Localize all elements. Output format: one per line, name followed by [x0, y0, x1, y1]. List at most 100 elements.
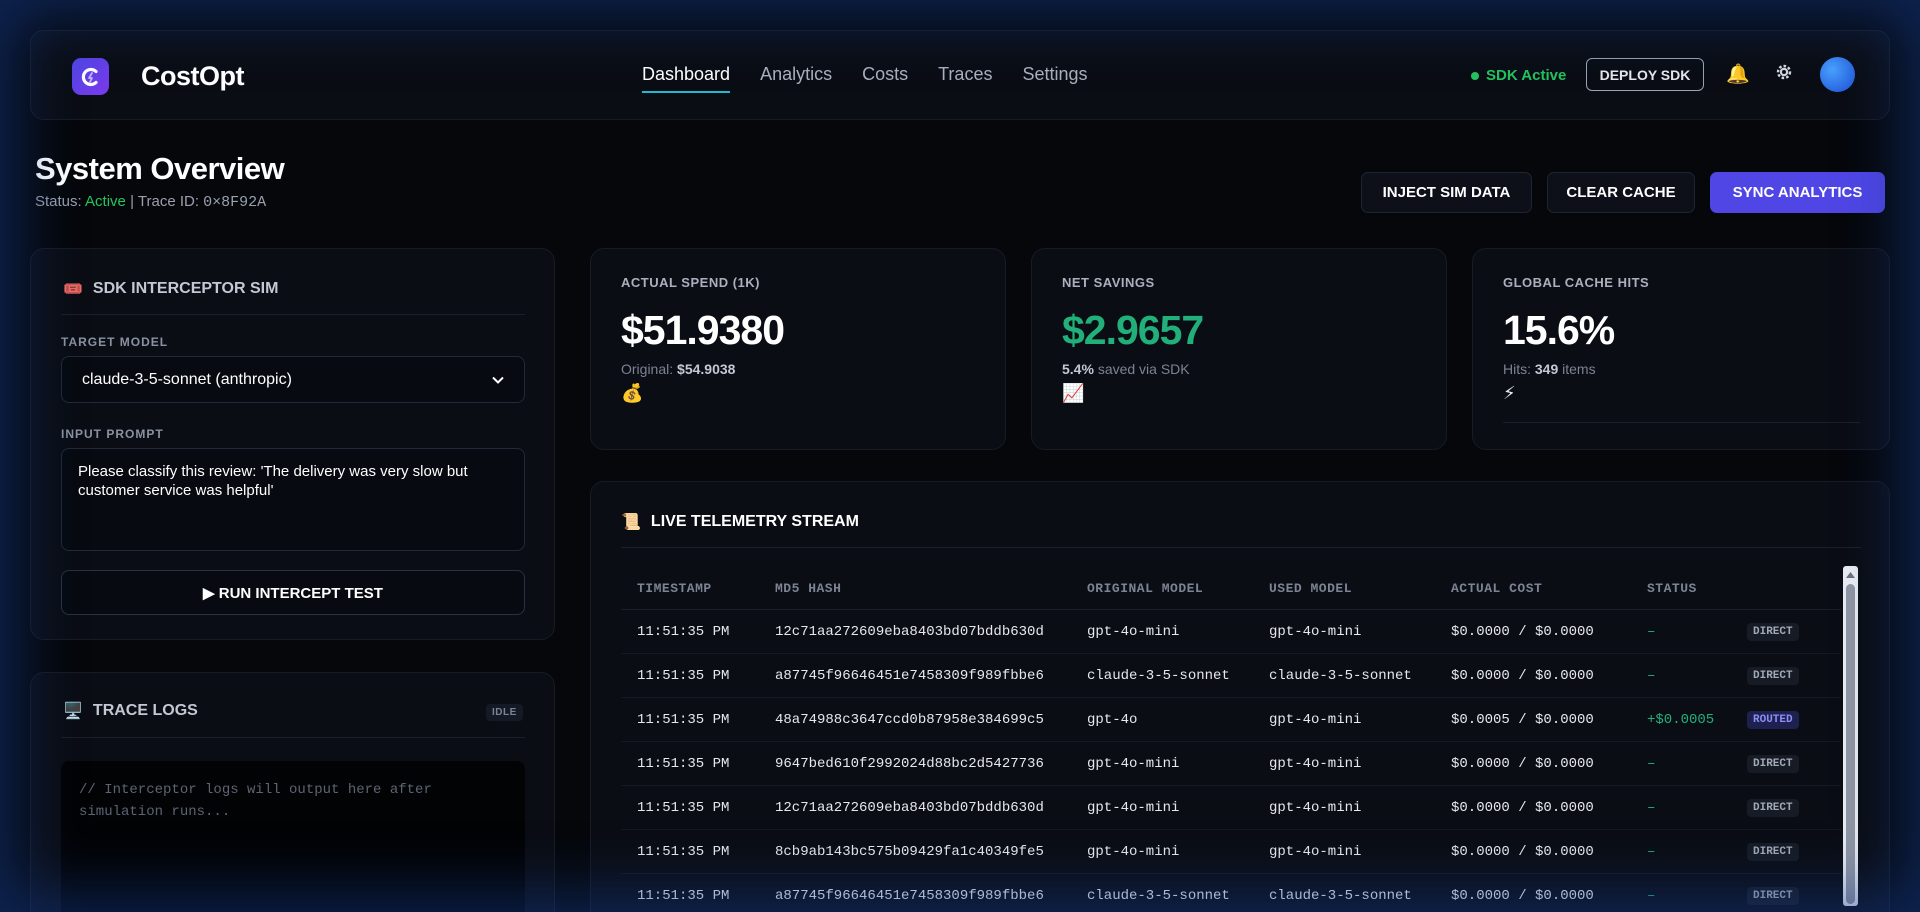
- cache-hits-card: GLOBAL CACHE HITS 15.6% Hits: 349 items …: [1472, 248, 1890, 450]
- clear-cache-button[interactable]: CLEAR CACHE: [1547, 172, 1695, 213]
- nav-analytics[interactable]: Analytics: [760, 64, 832, 93]
- original-spend: Original: $54.9038: [621, 361, 735, 377]
- cell-cost: $0.0000 / $0.0000: [1451, 844, 1594, 860]
- original-spend-value: $54.9038: [677, 361, 736, 377]
- inject-sim-data-button[interactable]: INJECT SIM DATA: [1361, 172, 1532, 213]
- col-used-model[interactable]: USED MODEL: [1269, 566, 1352, 610]
- status-badge: DIRECT: [1747, 799, 1799, 817]
- cell-hash: 8cb9ab143bc575b09429fa1c40349fe5: [775, 844, 1044, 860]
- net-savings-label: NET SAVINGS: [1062, 275, 1155, 290]
- target-model-select[interactable]: claude-3-5-sonnet (anthropic): [61, 356, 525, 403]
- cell-savings: –: [1647, 888, 1656, 904]
- cell-time: 11:51:35 PM: [637, 844, 730, 860]
- cell-savings: +$0.0005: [1647, 712, 1715, 728]
- cell-cost: $0.0005 / $0.0000: [1451, 712, 1594, 728]
- col-original-model[interactable]: ORIGINAL MODEL: [1087, 566, 1203, 610]
- table-row[interactable]: 11:51:35 PM 9647bed610f2992024d88bc2d5427…: [621, 742, 1841, 786]
- gear-icon[interactable]: [1774, 62, 1794, 88]
- lightning-icon: ⚡: [1503, 383, 1516, 403]
- savings-percent-value: 5.4%: [1062, 361, 1094, 377]
- target-model-value: claude-3-5-sonnet (anthropic): [82, 370, 292, 388]
- cell-original: claude-3-5-sonnet: [1087, 888, 1230, 904]
- status-badge: ROUTED: [1747, 711, 1799, 729]
- table-row[interactable]: 11:51:35 PM a87745f96646451e7458309f989fb…: [621, 874, 1841, 912]
- system-status-line: Status: Active | Trace ID: 0×8F92A: [35, 193, 266, 211]
- cell-used: gpt-4o-mini: [1269, 800, 1362, 816]
- cell-used: gpt-4o-mini: [1269, 844, 1362, 860]
- cell-used: claude-3-5-sonnet: [1269, 668, 1412, 684]
- cache-hits-prefix: Hits:: [1503, 361, 1531, 377]
- nav-settings[interactable]: Settings: [1022, 64, 1087, 93]
- col-timestamp[interactable]: TIMESTAMP: [637, 566, 712, 610]
- status-badge: DIRECT: [1747, 623, 1799, 641]
- cache-hits-count: Hits: 349 items: [1503, 361, 1596, 377]
- cell-status: DIRECT: [1747, 830, 1799, 874]
- nav-dashboard[interactable]: Dashboard: [642, 64, 731, 93]
- cell-used: gpt-4o-mini: [1269, 756, 1362, 772]
- table-row[interactable]: 11:51:35 PM 8cb9ab143bc575b09429fa1c40349…: [621, 830, 1841, 874]
- cell-hash: 48a74988c3647ccd0b87958e384699c5: [775, 712, 1044, 728]
- table-row[interactable]: 11:51:35 PM 48a74988c3647ccd0b87958e38469…: [621, 698, 1841, 742]
- cell-original: claude-3-5-sonnet: [1087, 668, 1230, 684]
- ticket-icon: 🎟️: [63, 281, 83, 298]
- cell-time: 11:51:35 PM: [637, 668, 730, 684]
- costopt-logo[interactable]: [72, 58, 109, 95]
- page-title: System Overview: [35, 151, 285, 186]
- divider: [1503, 422, 1860, 423]
- divider: [621, 547, 1861, 548]
- status-badge: DIRECT: [1747, 755, 1799, 773]
- col-status[interactable]: STATUS: [1647, 566, 1697, 610]
- cell-status: DIRECT: [1747, 786, 1799, 830]
- bell-icon[interactable]: 🔔: [1726, 62, 1750, 86]
- main-nav: Dashboard Analytics Costs Traces Setting…: [642, 64, 1088, 93]
- scrollbar-thumb[interactable]: [1846, 584, 1855, 904]
- telemetry-title: 📜 LIVE TELEMETRY STREAM: [621, 512, 859, 532]
- live-telemetry-panel: 📜 LIVE TELEMETRY STREAM TIMESTAMP MD5 HA…: [590, 481, 1890, 912]
- actual-spend-card: ACTUAL SPEND (1K) $51.9380 Original: $54…: [590, 248, 1006, 450]
- money-bag-icon: 💰: [621, 383, 644, 403]
- cell-used: gpt-4o-mini: [1269, 712, 1362, 728]
- status-badge: DIRECT: [1747, 887, 1799, 905]
- cell-original: gpt-4o-mini: [1087, 844, 1180, 860]
- trace-log-output[interactable]: // Interceptor logs will output here aft…: [61, 761, 525, 912]
- deploy-sdk-button[interactable]: DEPLOY SDK: [1586, 58, 1704, 91]
- status-dot-icon: [1471, 71, 1479, 80]
- cell-cost: $0.0000 / $0.0000: [1451, 668, 1594, 684]
- cell-cost: $0.0000 / $0.0000: [1451, 800, 1594, 816]
- cell-savings: –: [1647, 844, 1656, 860]
- table-scrollbar[interactable]: [1843, 566, 1858, 906]
- table-row[interactable]: 11:51:35 PM 12c71aa272609eba8403bd07bddb6…: [621, 786, 1841, 830]
- nav-traces[interactable]: Traces: [938, 64, 992, 93]
- idle-status-badge: IDLE: [486, 704, 523, 721]
- cell-hash: 12c71aa272609eba8403bd07bddb630d: [775, 624, 1044, 640]
- chevron-down-icon: [492, 371, 504, 389]
- nav-costs[interactable]: Costs: [862, 64, 908, 93]
- brand-name: CostOpt: [141, 61, 244, 91]
- cell-cost: $0.0000 / $0.0000: [1451, 756, 1594, 772]
- avatar[interactable]: [1820, 57, 1855, 92]
- input-prompt-textarea[interactable]: Please classify this review: 'The delive…: [61, 448, 525, 551]
- cell-time: 11:51:35 PM: [637, 800, 730, 816]
- col-actual-cost[interactable]: ACTUAL COST: [1451, 566, 1542, 610]
- sync-analytics-button[interactable]: SYNC ANALYTICS: [1710, 172, 1885, 213]
- status-badge: DIRECT: [1747, 667, 1799, 685]
- cell-savings: –: [1647, 668, 1656, 684]
- interceptor-title-label: SDK INTERCEPTOR SIM: [92, 280, 279, 297]
- scroll-up-arrow-icon[interactable]: [1843, 568, 1858, 582]
- cell-hash: a87745f96646451e7458309f989fbbe6: [775, 888, 1044, 904]
- sdk-status-label: SDK Active: [1486, 67, 1567, 84]
- actual-spend-value: $51.9380: [621, 307, 785, 353]
- table-row[interactable]: 11:51:35 PM 12c71aa272609eba8403bd07bddb6…: [621, 610, 1841, 654]
- cell-time: 11:51:35 PM: [637, 756, 730, 772]
- cell-time: 11:51:35 PM: [637, 624, 730, 640]
- divider: [61, 737, 525, 738]
- sdk-status-indicator: SDK Active: [1471, 67, 1566, 84]
- target-model-label: TARGET MODEL: [61, 335, 169, 349]
- cell-cost: $0.0000 / $0.0000: [1451, 624, 1594, 640]
- col-md5-hash[interactable]: MD5 HASH: [775, 566, 841, 610]
- sdk-interceptor-panel: 🎟️ SDK INTERCEPTOR SIM TARGET MODEL clau…: [30, 248, 555, 640]
- original-spend-prefix: Original:: [621, 361, 674, 377]
- table-row[interactable]: 11:51:35 PM a87745f96646451e7458309f989fb…: [621, 654, 1841, 698]
- run-intercept-test-button[interactable]: ▶ RUN INTERCEPT TEST: [61, 570, 525, 615]
- cell-status: ROUTED: [1747, 698, 1799, 742]
